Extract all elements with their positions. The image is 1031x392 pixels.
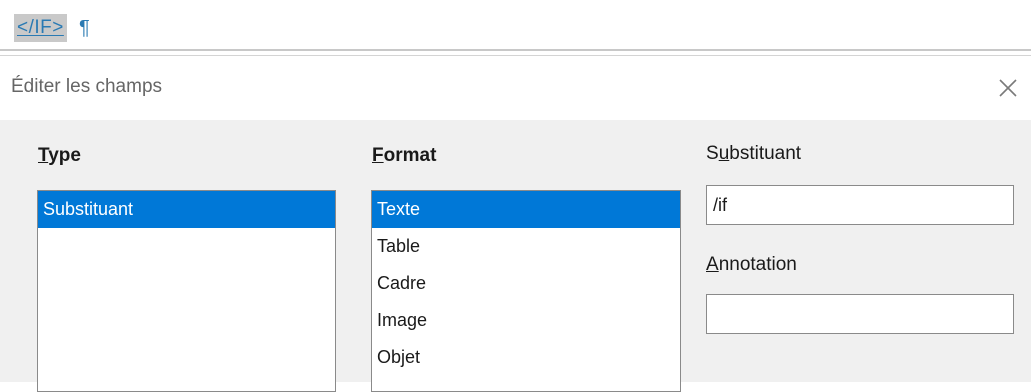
type-label-mnemonic: T xyxy=(38,145,49,166)
format-list[interactable]: Texte Table Cadre Image Objet xyxy=(371,190,681,392)
format-label: Format xyxy=(372,145,436,167)
dialog-body: Type Substituant Format Texte Table Cadr… xyxy=(0,120,1031,392)
annotation-label-rest: nnotation xyxy=(718,254,797,275)
list-item-format-image[interactable]: Image xyxy=(372,302,680,339)
close-button[interactable] xyxy=(990,70,1026,106)
substituant-label-pre: S xyxy=(706,143,719,164)
annotation-label: Annotation xyxy=(706,254,797,276)
close-icon xyxy=(999,79,1017,97)
annotation-label-mnemonic: A xyxy=(706,254,719,275)
substituant-label-mnemonic: u xyxy=(718,143,730,164)
substituant-field[interactable] xyxy=(706,185,1014,225)
document-divider xyxy=(0,49,1031,51)
annotation-field[interactable] xyxy=(706,294,1014,334)
field-code-if-end[interactable]: </IF> xyxy=(14,14,67,42)
type-label: Type xyxy=(38,145,81,167)
list-item-format-texte[interactable]: Texte xyxy=(372,191,680,228)
list-item-format-cadre[interactable]: Cadre xyxy=(372,265,680,302)
format-label-mnemonic: F xyxy=(372,145,384,166)
dialog-titlebar: Éditer les champs xyxy=(0,56,1031,120)
list-item-format-table[interactable]: Table xyxy=(372,228,680,265)
pilcrow-icon: ¶ xyxy=(79,17,90,39)
type-list[interactable]: Substituant xyxy=(37,190,336,392)
document-area: </IF> ¶ xyxy=(0,0,1031,52)
substituant-label-post: bstituant xyxy=(729,143,802,164)
format-label-rest: ormat xyxy=(383,145,437,166)
type-label-rest: ype xyxy=(48,145,81,166)
dialog-title: Éditer les champs xyxy=(11,76,163,97)
list-item-type-substituant[interactable]: Substituant xyxy=(38,191,335,228)
list-item-format-objet[interactable]: Objet xyxy=(372,339,680,376)
edit-fields-dialog: Éditer les champs Type Substituant Forma… xyxy=(0,55,1031,392)
substituant-label: Substituant xyxy=(706,143,801,165)
